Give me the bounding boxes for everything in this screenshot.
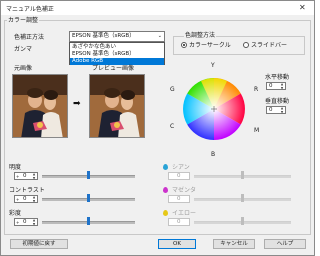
preview-image-label: プレビュー画像	[92, 65, 135, 72]
yellow-slider-thumb[interactable]	[241, 217, 244, 225]
preview-photo-graphic	[90, 75, 144, 137]
title-bar: マニュアル色補正 ✕	[1, 1, 314, 15]
wheel-label-cyan: C	[170, 123, 175, 130]
contrast-slider-thumb[interactable]	[87, 194, 90, 202]
brightness-value: 0	[23, 173, 27, 179]
cyan-label: シアン	[172, 164, 190, 171]
arrow-right-icon: ➡	[73, 99, 81, 109]
saturation-spinner[interactable]: 0 + ▲ ▼	[14, 218, 38, 226]
yellow-label: イエロー	[172, 210, 196, 217]
correction-method-label: 色補正方法	[14, 34, 45, 41]
gamma-label: ガンマ	[14, 46, 33, 53]
original-photo-graphic	[13, 75, 67, 137]
ok-button[interactable]: OK	[158, 239, 196, 249]
cyan-slider-thumb[interactable]	[241, 171, 244, 179]
spin-down-icon[interactable]: ▼	[32, 177, 36, 180]
radio-color-circle-label: カラーサークル	[189, 42, 231, 49]
magenta-drop-icon	[163, 187, 168, 193]
plus-icon: +	[16, 197, 20, 202]
vertical-shift-spinner[interactable]: 0 ▲ ▼	[266, 106, 286, 114]
magenta-label: マゼンタ	[172, 187, 197, 194]
original-image-label: 元画像	[14, 65, 33, 72]
color-circle-area	[174, 68, 254, 152]
magenta-spinner[interactable]: 0	[168, 195, 190, 203]
window-title: マニュアル色補正	[6, 6, 54, 13]
help-button[interactable]: ヘルプ	[264, 239, 306, 249]
spin-down-icon[interactable]: ▼	[280, 87, 284, 90]
wheel-label-red: R	[254, 86, 259, 93]
preview-image	[89, 74, 145, 138]
original-image	[12, 74, 68, 138]
radio-slide-bar-label: スライドバー	[251, 42, 288, 49]
correction-method-select[interactable]: EPSON 基準色（sRGB） ⌄	[69, 31, 165, 42]
reset-defaults-button[interactable]: 初期値に戻す	[10, 239, 68, 249]
spin-down-icon[interactable]: ▼	[280, 111, 284, 114]
plus-icon: +	[16, 220, 20, 225]
chevron-down-icon: ⌄	[157, 33, 162, 39]
vertical-shift-label: 垂直移動	[265, 98, 290, 105]
dropdown-option[interactable]: あざやかな色あい	[70, 44, 164, 51]
spin-down-icon[interactable]: ▼	[32, 200, 36, 203]
yellow-value: 0	[177, 219, 181, 225]
correction-method-dropdown: あざやかな色あい EPSON 基準色（sRGB） Adobe RGB	[69, 42, 165, 65]
cyan-drop-icon	[163, 164, 168, 170]
wheel-label-blue: B	[211, 151, 216, 158]
wheel-label-yellow: Y	[211, 62, 215, 69]
horizontal-shift-spinner[interactable]: 0 ▲ ▼	[266, 82, 286, 90]
wheel-label-magenta: M	[254, 127, 260, 134]
close-button[interactable]: ✕	[299, 3, 306, 12]
contrast-label: コントラスト	[9, 187, 45, 194]
yellow-drop-icon	[163, 210, 168, 216]
magenta-value: 0	[177, 196, 181, 202]
cyan-value: 0	[177, 173, 181, 179]
dialog-window: マニュアル色補正 ✕ カラー調整 色補正方法 ガンマ EPSON 基準色（sRG…	[0, 0, 315, 256]
magenta-slider-thumb[interactable]	[241, 194, 244, 202]
horizontal-shift-label: 水平移動	[265, 74, 290, 81]
minus-icon: +	[16, 174, 20, 179]
adjust-method-label: 色調整方法	[184, 32, 217, 39]
vertical-shift-value: 0	[269, 107, 273, 113]
radio-color-circle[interactable]	[181, 42, 187, 48]
contrast-value: 0	[23, 196, 27, 202]
brightness-spinner[interactable]: 0 + ▲ ▼	[14, 172, 38, 180]
horizontal-shift-value: 0	[269, 83, 273, 89]
dropdown-option-selected[interactable]: Adobe RGB	[70, 58, 164, 65]
radio-slide-bar[interactable]	[243, 42, 249, 48]
cancel-button[interactable]: キャンセル	[213, 239, 255, 249]
brightness-label: 明度	[9, 164, 22, 171]
spin-down-icon[interactable]: ▼	[32, 223, 36, 226]
wheel-label-green: G	[170, 86, 175, 93]
cyan-spinner[interactable]: 0	[168, 172, 190, 180]
color-adjust-group-label: カラー調整	[7, 17, 40, 24]
color-circle-graphic	[183, 78, 245, 140]
brightness-slider-thumb[interactable]	[87, 171, 90, 179]
saturation-slider-thumb[interactable]	[87, 217, 90, 225]
saturation-label: 彩度	[9, 210, 22, 217]
saturation-value: 0	[23, 219, 27, 225]
dropdown-option[interactable]: EPSON 基準色（sRGB）	[70, 51, 164, 58]
contrast-spinner[interactable]: 0 + ▲ ▼	[14, 195, 38, 203]
correction-method-value: EPSON 基準色（sRGB）	[72, 33, 135, 39]
yellow-spinner[interactable]: 0	[168, 218, 190, 226]
